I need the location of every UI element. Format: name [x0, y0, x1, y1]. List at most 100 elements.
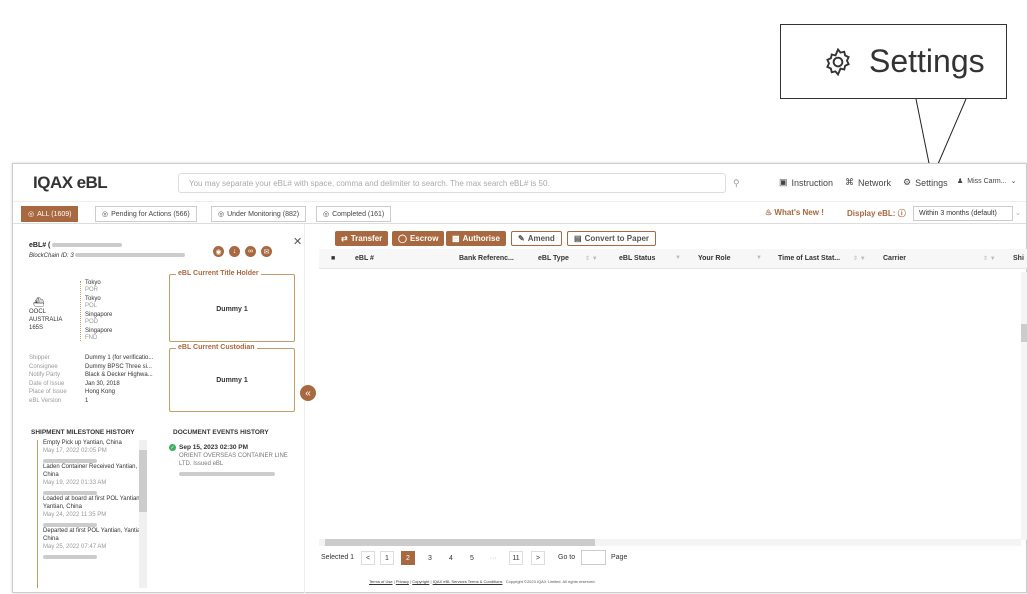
shield-icon: ◯: [398, 234, 407, 243]
terms-link[interactable]: Terms of Use: [369, 579, 393, 584]
instruction-link[interactable]: ▣ Instruction: [779, 177, 833, 188]
page-button[interactable]: 11: [509, 551, 523, 565]
double-chevron-left-icon: «: [305, 387, 311, 399]
page-button-active[interactable]: 2: [401, 551, 415, 565]
vertical-scrollbar[interactable]: [1021, 272, 1027, 540]
copyright-link[interactable]: Copyright: [412, 579, 429, 584]
page-button[interactable]: 1: [380, 551, 394, 565]
chevron-down-icon: ⌄: [1015, 210, 1021, 217]
services-terms-link[interactable]: IQAX eBL Services Terms & Conditions: [433, 579, 503, 584]
view-icon[interactable]: ◉: [213, 246, 224, 257]
display-ebl-select[interactable]: Within 3 months (default): [913, 206, 1013, 221]
blockchain-id-value: [75, 253, 186, 257]
stack-icon: ◎: [218, 211, 225, 218]
settings-link[interactable]: ⚙ Settings: [903, 177, 948, 188]
gear-icon: [826, 47, 850, 76]
close-icon[interactable]: ✕: [293, 235, 302, 248]
sort-filter-icon[interactable]: ⇕ ▼: [853, 255, 866, 262]
col-ebl-type[interactable]: eBL Type: [538, 255, 569, 262]
chevron-down-icon: ⌄: [1010, 178, 1017, 185]
privacy-link[interactable]: Privacy: [396, 579, 409, 584]
transfer-icon: ⇄: [341, 234, 348, 243]
search-input[interactable]: You may separate your eBL# with space, c…: [178, 173, 726, 193]
download-icon[interactable]: ↓: [229, 246, 240, 257]
tab-monitoring[interactable]: ◎ Under Monitoring (882): [211, 206, 307, 222]
col-carrier[interactable]: Carrier: [883, 255, 906, 262]
search-icon[interactable]: ⚲: [733, 178, 740, 189]
doc-event-ref: [179, 472, 275, 476]
authorise-button[interactable]: ▩ Authorise: [446, 231, 506, 246]
mail-icon[interactable]: ✉: [261, 246, 272, 257]
route-fnd: Singapore FND: [85, 328, 113, 341]
network-icon: ⌘: [845, 177, 854, 187]
col-bank-reference[interactable]: Bank Referenc...: [459, 255, 514, 262]
filter-icon[interactable]: ▼: [756, 255, 762, 261]
col-your-role[interactable]: Your Role: [698, 255, 731, 262]
page-ellipsis[interactable]: ···: [486, 551, 500, 565]
network-link[interactable]: ⌘ Network: [845, 177, 891, 188]
top-bar: IQAX eBL You may separate your eBL# with …: [13, 164, 1026, 202]
vessel-info: OOCL AUSTRALIA 165S: [29, 309, 63, 331]
milestone-scrollbar[interactable]: [139, 440, 147, 588]
amend-button[interactable]: ✎ Amend: [511, 231, 562, 246]
custodian-box: eBL Current Custodian Dummy 1: [169, 344, 295, 412]
col-shipper[interactable]: Shi: [1013, 255, 1024, 262]
milestone-item: Empty Pick up Yantian, China May 17, 2022…: [43, 439, 149, 463]
stack-icon: ◎: [323, 211, 330, 218]
page-button[interactable]: 5: [465, 551, 479, 565]
doc-events-header: DOCUMENT EVENTS HISTORY: [173, 429, 269, 436]
whats-new-link[interactable]: ♨ What's New !: [765, 208, 824, 217]
user-icon: ♟: [957, 178, 964, 185]
logo[interactable]: IQAX eBL: [33, 173, 108, 193]
filter-icon[interactable]: ▼: [675, 255, 681, 261]
col-ebl-number[interactable]: eBL #: [355, 255, 374, 262]
app-window: IQAX eBL You may separate your eBL# with …: [12, 163, 1027, 594]
prev-page-button[interactable]: <: [361, 551, 375, 565]
milestone-ref: [43, 555, 97, 559]
go-to-page-input[interactable]: [581, 550, 606, 565]
route-pol: Tokyo POL: [85, 296, 101, 309]
ebl-number-value: [52, 243, 123, 247]
row-marker-icon: ■: [331, 255, 336, 262]
escrow-button[interactable]: ◯ Escrow: [392, 231, 445, 246]
logo-text: eBL: [76, 173, 108, 192]
info-icon: ⓘ: [897, 209, 906, 218]
ebl-detail-panel: eBL# ( BlockChain ID: 3 ✕ ◉ ↓ ∞ ✉ ⛴ OOCL…: [13, 224, 316, 594]
tab-completed[interactable]: ◎ Completed (161): [316, 206, 392, 222]
gear-icon: ⚙: [903, 177, 912, 187]
next-page-button[interactable]: >: [531, 551, 545, 565]
convert-to-paper-button[interactable]: ▤ Convert to Paper: [567, 231, 657, 246]
check-icon: ✓: [169, 444, 176, 451]
document-icon: ▤: [574, 234, 582, 243]
page-label: Page: [611, 554, 628, 561]
page-button[interactable]: 4: [444, 551, 458, 565]
tab-pending[interactable]: ◎ Pending for Actions (566): [95, 206, 197, 222]
tab-all[interactable]: ◎ ALL (1609): [21, 206, 79, 222]
milestone-item: Loaded at board at first POL Yantian, Ya…: [43, 495, 149, 527]
display-ebl-label: Display eBL: ⓘ: [847, 209, 906, 218]
transfer-button[interactable]: ⇄ Transfer: [335, 231, 389, 246]
route-line: [80, 281, 81, 341]
user-menu[interactable]: ♟ Miss Carm... ⌄: [957, 177, 1017, 186]
sort-filter-icon[interactable]: ⇕ ▼: [983, 255, 996, 262]
sort-filter-icon[interactable]: ⇕ ▼: [585, 255, 598, 262]
monitor-icon: ▣: [779, 177, 788, 187]
milestone-header: SHIPMENT MILESTONE HISTORY: [31, 429, 135, 436]
scrollbar-thumb[interactable]: [139, 450, 147, 512]
horizontal-scrollbar[interactable]: [319, 539, 1021, 546]
settings-callout: Settings: [780, 24, 1007, 99]
ship-icon: ⛴: [33, 297, 45, 307]
route-list: Tokyo POR Tokyo POL Singapore POD Singapore…: [85, 280, 112, 342]
scrollbar-thumb[interactable]: [1021, 324, 1027, 342]
milestone-item: Laden Container Received Yantian, China M…: [43, 463, 149, 495]
col-ebl-status[interactable]: eBL Status: [619, 255, 655, 262]
copyright-text: Copyright ©2023 IQAX Limited. All rights…: [505, 579, 596, 584]
main-area: ⇄ Transfer ◯ Escrow ▩ Authorise ✎ Amend ▤ Con…: [313, 224, 1027, 594]
selected-count: Selected 1: [321, 554, 355, 561]
col-time-last-status[interactable]: Time of Last Stat...: [778, 255, 840, 262]
scrollbar-thumb[interactable]: [325, 539, 595, 546]
link-icon[interactable]: ∞: [245, 246, 256, 257]
page-button[interactable]: 3: [423, 551, 437, 565]
title-holder-box: eBL Current Title Holder Dummy 1: [169, 270, 295, 342]
stack-icon: ◎: [28, 211, 35, 218]
